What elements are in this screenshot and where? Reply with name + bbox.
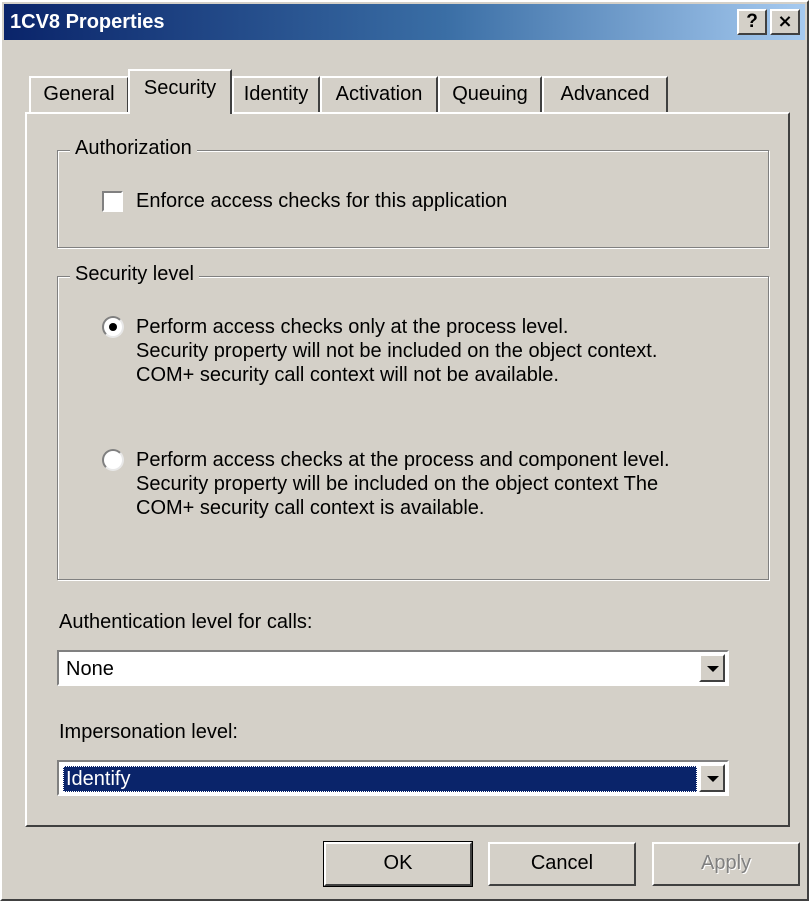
close-button[interactable]: ×	[770, 9, 800, 35]
component-level-label-line-2: Security property will be included on th…	[136, 473, 659, 495]
security-level-legend: Security level	[70, 263, 199, 286]
apply-button: Apply	[652, 842, 800, 886]
component-level-label-line-1[interactable]: Perform access checks at the process and…	[136, 448, 670, 472]
tab-label: Queuing	[452, 83, 528, 105]
security-level-group: Security level Perform access checks onl…	[57, 263, 769, 580]
component-level-radio[interactable]	[102, 449, 124, 471]
tab-advanced[interactable]: Advanced	[542, 76, 668, 112]
enforce-access-label[interactable]: Enforce access checks for this applicati…	[136, 189, 507, 213]
radio-selected-dot	[109, 323, 117, 331]
help-icon: ?	[746, 11, 758, 32]
authentication-level-label: Authentication level for calls:	[59, 611, 313, 633]
tab-label: Advanced	[560, 83, 650, 105]
close-icon: ×	[777, 11, 793, 32]
ok-button-label: OK	[383, 852, 413, 874]
help-button[interactable]: ?	[737, 9, 767, 35]
process-level-label-line-3: COM+ security call context will not be a…	[136, 364, 559, 386]
impersonation-level-value: Identify	[63, 766, 697, 792]
impersonation-level-label: Impersonation level:	[59, 721, 238, 743]
chevron-down-icon[interactable]	[699, 764, 725, 792]
title-bar[interactable]: 1CV8 Properties ? ×	[4, 4, 805, 40]
authentication-level-select[interactable]: None	[57, 650, 729, 686]
authentication-level-value: None	[66, 658, 114, 680]
process-level-label-line-2: Security property will not be included o…	[136, 340, 658, 362]
tab-identity[interactable]: Identity	[232, 76, 320, 112]
tab-label: General	[43, 83, 115, 105]
ok-button[interactable]: OK	[323, 841, 473, 887]
component-level-label-line-3: COM+ security call context is available.	[136, 497, 485, 519]
tab-label: Activation	[335, 83, 423, 105]
tab-queuing[interactable]: Queuing	[438, 76, 542, 112]
tab-label: Security	[143, 77, 217, 99]
window-title: 1CV8 Properties	[10, 11, 165, 33]
cancel-button-label: Cancel	[530, 852, 594, 874]
cancel-button[interactable]: Cancel	[488, 842, 636, 886]
authorization-legend: Authorization	[70, 137, 197, 160]
process-level-label-line-1[interactable]: Perform access checks only at the proces…	[136, 315, 568, 339]
chevron-down-icon[interactable]	[699, 654, 725, 682]
enforce-access-checkbox[interactable]	[102, 191, 123, 212]
tab-general[interactable]: General	[29, 76, 129, 112]
process-level-radio[interactable]	[102, 316, 124, 338]
authorization-group: Authorization Enforce access checks for …	[57, 137, 769, 248]
tab-label: Identity	[243, 83, 309, 105]
apply-button-label: Apply	[700, 852, 752, 874]
impersonation-level-select[interactable]: Identify	[57, 760, 729, 796]
security-tab-panel: Authorization Enforce access checks for …	[25, 112, 790, 827]
properties-dialog: 1CV8 Properties ? × General Security Ide…	[0, 0, 809, 901]
tab-security[interactable]: Security	[128, 69, 232, 114]
tab-activation[interactable]: Activation	[320, 76, 438, 112]
